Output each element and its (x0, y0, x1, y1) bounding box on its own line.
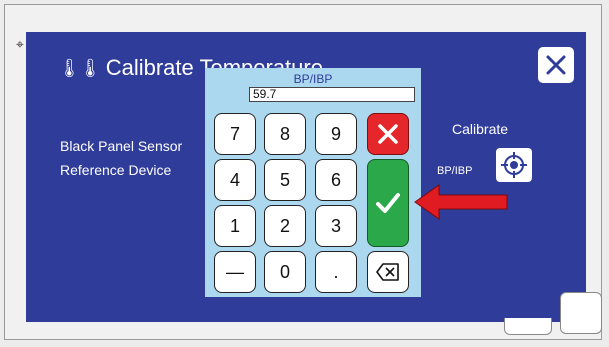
key-4[interactable]: 4 (214, 159, 256, 201)
backspace-button[interactable] (367, 251, 409, 293)
checkmark-icon (376, 193, 400, 213)
key-decimal[interactable]: . (315, 251, 357, 293)
crosshair-target-icon (501, 152, 527, 178)
cancel-button[interactable] (367, 113, 409, 155)
edge-crosshair-icon: ⌖ (16, 36, 24, 52)
key-7[interactable]: 7 (214, 113, 256, 155)
bottom-button-partial[interactable] (504, 318, 552, 335)
close-icon (546, 55, 566, 75)
key-2[interactable]: 2 (264, 205, 306, 247)
thermometer-icon: 🌡🌡 (58, 57, 102, 78)
bottom-right-button-partial[interactable] (560, 292, 602, 334)
keypad-title: BP/IBP (293, 72, 333, 86)
close-button[interactable] (538, 47, 574, 83)
key-minus[interactable]: — (214, 251, 256, 293)
keypad-display[interactable]: 59.7 (249, 87, 415, 102)
calibrate-header: Calibrate (452, 121, 509, 137)
calibrate-bp-label: BP/IBP (437, 165, 473, 177)
enter-button[interactable] (367, 159, 409, 247)
key-0[interactable]: 0 (264, 251, 306, 293)
key-3[interactable]: 3 (315, 205, 357, 247)
calibrate-target-button[interactable] (496, 148, 532, 182)
reference-device-label: Reference Device (60, 162, 172, 178)
x-icon (378, 124, 398, 144)
backspace-icon (376, 263, 399, 281)
key-8[interactable]: 8 (264, 113, 306, 155)
key-1[interactable]: 1 (214, 205, 256, 247)
key-6[interactable]: 6 (315, 159, 357, 201)
annotation-arrow-icon (414, 184, 508, 220)
numeric-keypad: BP/IBP 59.7 7 8 9 4 5 6 1 2 3 — 0 . (205, 68, 421, 297)
black-panel-sensor-label: Black Panel Sensor (60, 138, 183, 154)
key-9[interactable]: 9 (315, 113, 357, 155)
key-5[interactable]: 5 (264, 159, 306, 201)
